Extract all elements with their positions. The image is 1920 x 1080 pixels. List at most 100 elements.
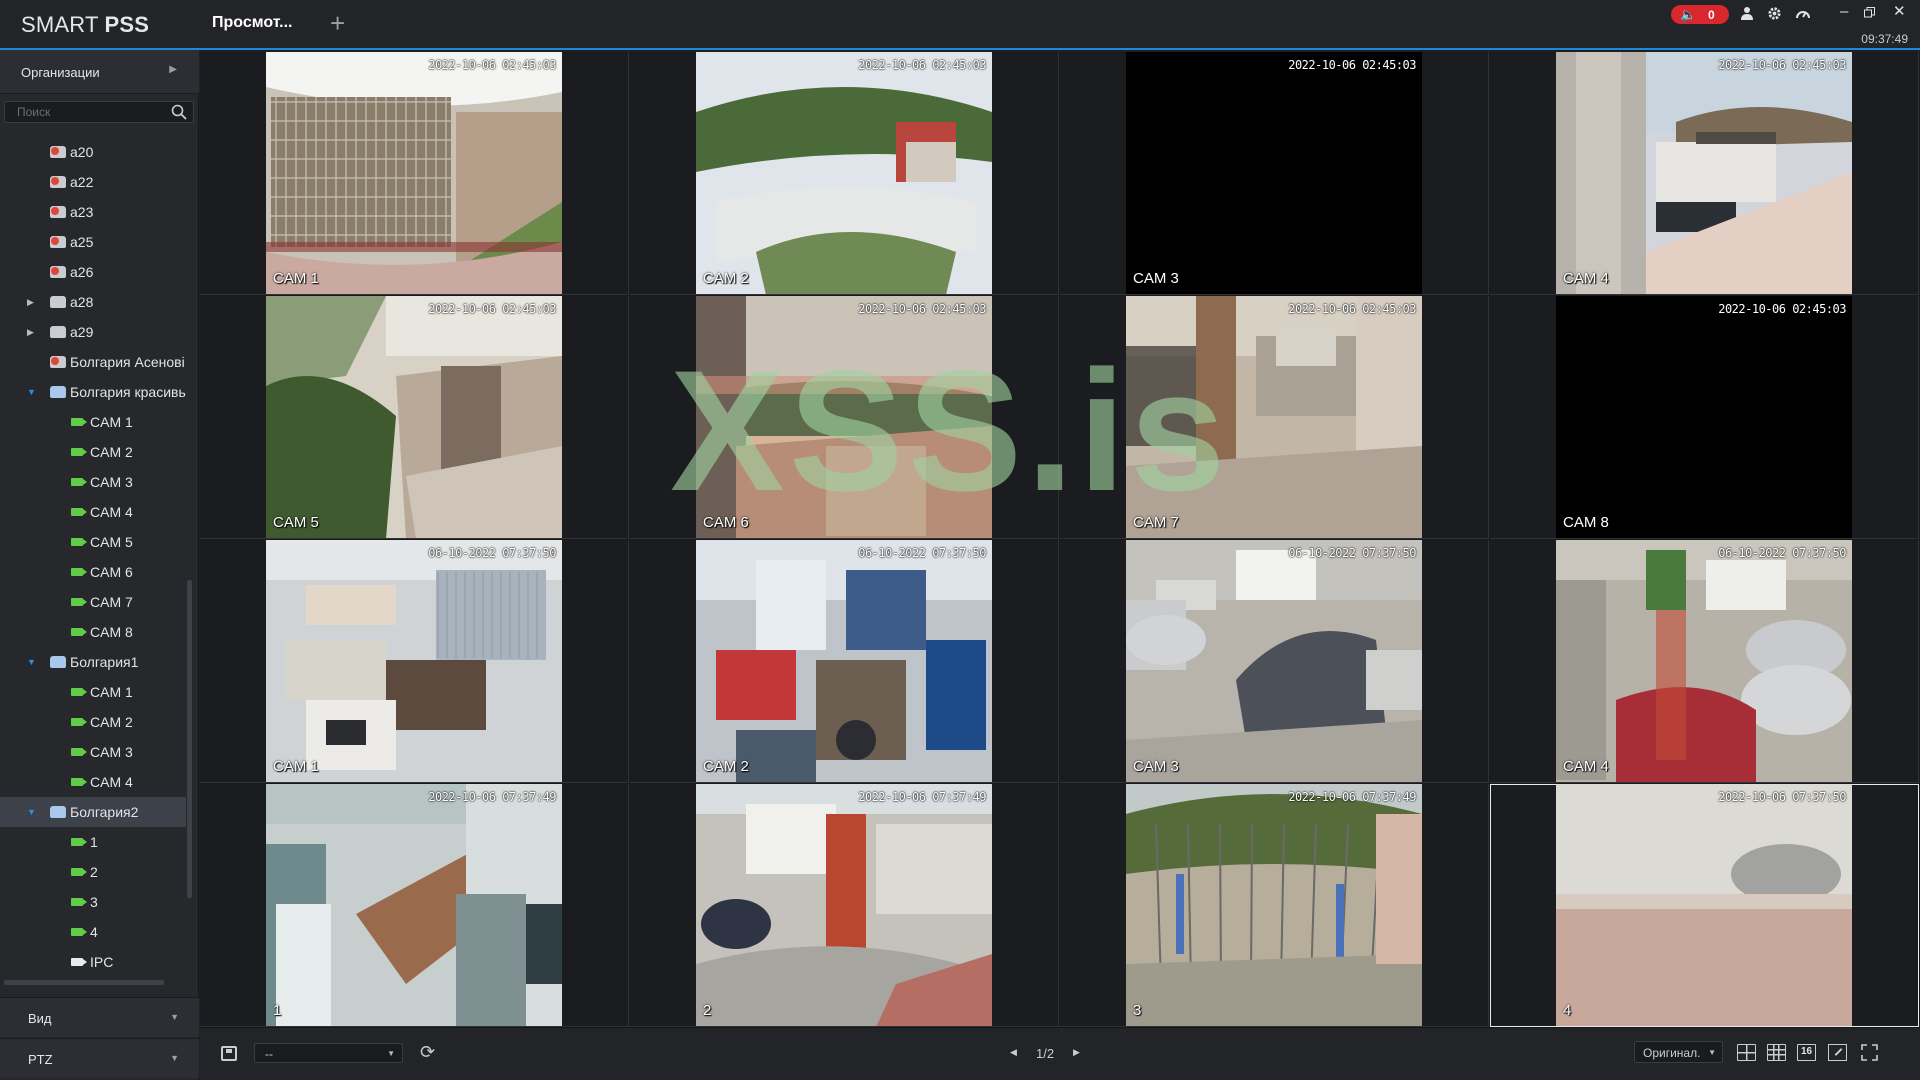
- tree-camera-item[interactable]: CAM 4: [0, 497, 186, 527]
- view-select[interactable]: -- ▼: [254, 1043, 403, 1063]
- collapse-arrow-icon[interactable]: ▼: [27, 807, 36, 817]
- video-feed[interactable]: 2022-10-06 07:37:50 4: [1556, 784, 1852, 1026]
- tree-item-label: a28: [70, 294, 94, 310]
- video-feed[interactable]: 06-10-2022 07:37:50 CAM 1: [266, 540, 562, 782]
- tree-device-item[interactable]: a20: [0, 137, 186, 167]
- tree-device-item[interactable]: a23: [0, 197, 186, 227]
- tree-device-item[interactable]: Болгария Асенові: [0, 347, 186, 377]
- video-cell[interactable]: 06-10-2022 07:37:50 CAM 1: [200, 540, 629, 783]
- video-feed[interactable]: 2022-10-06 07:37:49 1: [266, 784, 562, 1026]
- video-cell[interactable]: 2022-10-06 02:45:03 CAM 1: [200, 52, 629, 295]
- video-feed[interactable]: 06-10-2022 07:37:50 CAM 2: [696, 540, 992, 782]
- tree-device-item[interactable]: a26: [0, 257, 186, 287]
- tree-camera-item[interactable]: 4: [0, 917, 186, 947]
- video-feed[interactable]: 2022-10-06 07:37:49 3: [1126, 784, 1422, 1026]
- video-feed[interactable]: 2022-10-06 02:45:03 CAM 8: [1556, 296, 1852, 538]
- collapse-arrow-icon[interactable]: ▼: [27, 657, 36, 667]
- video-feed[interactable]: 2022-10-06 02:45:03 CAM 1: [266, 52, 562, 294]
- layout-16-icon[interactable]: 16: [1797, 1044, 1816, 1061]
- video-cell[interactable]: 2022-10-06 07:37:49 1: [200, 784, 629, 1027]
- close-icon[interactable]: ✕: [1893, 4, 1906, 19]
- video-cell[interactable]: 06-10-2022 07:37:50 CAM 2: [630, 540, 1059, 783]
- tree-scrollbar[interactable]: [187, 580, 192, 898]
- layout-4-icon[interactable]: [1737, 1044, 1756, 1061]
- video-cell[interactable]: 2022-10-06 07:37:50 4: [1490, 784, 1919, 1027]
- video-cell[interactable]: 2022-10-06 02:45:03 CAM 7: [1060, 296, 1489, 539]
- video-feed[interactable]: 2022-10-06 02:45:03 CAM 6: [696, 296, 992, 538]
- tree-device-item[interactable]: ▼ Болгария1: [0, 647, 186, 677]
- video-feed[interactable]: 2022-10-06 02:45:03 CAM 2: [696, 52, 992, 294]
- video-cell[interactable]: 2022-10-06 02:45:03 CAM 8: [1490, 296, 1919, 539]
- tree-camera-item[interactable]: CAM 1: [0, 407, 186, 437]
- organizations-header[interactable]: Организации ▶: [0, 50, 199, 94]
- user-icon[interactable]: [1740, 6, 1754, 23]
- tree-camera-item[interactable]: CAM 7: [0, 587, 186, 617]
- tree-device-item[interactable]: ▼ Болгария2: [0, 797, 186, 827]
- tree-camera-item[interactable]: CAM 3: [0, 467, 186, 497]
- video-channel-label: CAM 3: [1133, 270, 1179, 287]
- tree-device-item[interactable]: a22: [0, 167, 186, 197]
- search-icon[interactable]: [171, 104, 187, 120]
- video-cell[interactable]: 06-10-2022 07:37:50 CAM 4: [1490, 540, 1919, 783]
- performance-gauge-icon[interactable]: [1795, 6, 1811, 23]
- tree-camera-item[interactable]: CAM 2: [0, 707, 186, 737]
- video-feed[interactable]: 2022-10-06 02:45:03 CAM 4: [1556, 52, 1852, 294]
- tree-camera-item[interactable]: 1: [0, 827, 186, 857]
- camera-image: [1556, 540, 1852, 782]
- tree-camera-item[interactable]: 3: [0, 887, 186, 917]
- tree-camera-item[interactable]: 2: [0, 857, 186, 887]
- video-cell[interactable]: 2022-10-06 07:37:49 3: [1060, 784, 1489, 1027]
- expand-arrow-icon[interactable]: ▶: [27, 327, 34, 338]
- view-panel-header[interactable]: Вид ▼: [0, 997, 199, 1037]
- video-cell[interactable]: 2022-10-06 02:45:03 CAM 6: [630, 296, 1059, 539]
- video-feed[interactable]: 06-10-2022 07:37:50 CAM 4: [1556, 540, 1852, 782]
- video-cell[interactable]: 06-10-2022 07:37:50 CAM 3: [1060, 540, 1489, 783]
- video-wall: 2022-10-06 02:45:03 CAM 1 2022-10-06 02:4…: [200, 52, 1920, 1027]
- video-cell[interactable]: 2022-10-06 02:45:03 CAM 3: [1060, 52, 1489, 295]
- custom-layout-icon[interactable]: [1828, 1044, 1847, 1061]
- tree-device-item[interactable]: ▶ a29: [0, 317, 186, 347]
- video-feed[interactable]: 2022-10-06 07:37:49 2: [696, 784, 992, 1026]
- layout-9-icon[interactable]: [1767, 1044, 1786, 1061]
- restore-window-icon[interactable]: [1864, 6, 1875, 21]
- video-feed[interactable]: 06-10-2022 07:37:50 CAM 3: [1126, 540, 1422, 782]
- tree-camera-item[interactable]: CAM 8: [0, 617, 186, 647]
- expand-arrow-icon[interactable]: ▶: [27, 297, 34, 308]
- tree-device-item[interactable]: ▶ a28: [0, 287, 186, 317]
- alarm-badge[interactable]: 🔈 0: [1671, 5, 1729, 24]
- tab-live-preview[interactable]: Просмот...: [212, 0, 293, 48]
- video-timestamp: 2022-10-06 02:45:03: [858, 58, 986, 72]
- prev-page-icon[interactable]: ◀: [1010, 1047, 1017, 1058]
- ptz-panel-header[interactable]: PTZ ▼: [0, 1038, 199, 1078]
- video-feed[interactable]: 2022-10-06 02:45:03 CAM 5: [266, 296, 562, 538]
- tree-camera-item[interactable]: CAM 2: [0, 437, 186, 467]
- collapse-arrow-icon[interactable]: ▼: [27, 387, 36, 397]
- tree-device-item[interactable]: a25: [0, 227, 186, 257]
- save-view-icon[interactable]: [221, 1046, 237, 1061]
- tree-camera-item[interactable]: CAM 5: [0, 527, 186, 557]
- video-channel-label: CAM 1: [273, 758, 319, 775]
- video-cell[interactable]: 2022-10-06 02:45:03 CAM 5: [200, 296, 629, 539]
- device-search-input[interactable]: [5, 102, 165, 122]
- tree-camera-item[interactable]: IPC: [0, 947, 186, 977]
- video-cell[interactable]: 2022-10-06 02:45:03 CAM 4: [1490, 52, 1919, 295]
- stream-ratio-select[interactable]: Оригинал. ▼: [1634, 1041, 1723, 1063]
- video-cell[interactable]: 2022-10-06 07:37:49 2: [630, 784, 1059, 1027]
- camera-icon: [71, 778, 87, 786]
- tree-camera-item[interactable]: CAM 6: [0, 557, 186, 587]
- video-cell[interactable]: 2022-10-06 02:45:03 CAM 2: [630, 52, 1059, 295]
- tree-device-item[interactable]: ▼ Болгария красивь: [0, 377, 186, 407]
- tree-camera-item[interactable]: CAM 4: [0, 767, 186, 797]
- settings-gear-icon[interactable]: [1767, 6, 1782, 24]
- tree-horizontal-scrollbar[interactable]: [4, 980, 164, 985]
- tree-camera-item[interactable]: CAM 1: [0, 677, 186, 707]
- video-feed[interactable]: 2022-10-06 02:45:03 CAM 7: [1126, 296, 1422, 538]
- next-page-icon[interactable]: ▶: [1073, 1047, 1080, 1058]
- minimize-icon[interactable]: –: [1840, 4, 1848, 19]
- fullscreen-icon[interactable]: [1861, 1044, 1878, 1061]
- add-tab-button[interactable]: +: [330, 10, 345, 36]
- tree-camera-item[interactable]: CAM 3: [0, 737, 186, 767]
- video-feed[interactable]: 2022-10-06 02:45:03 CAM 3: [1126, 52, 1422, 294]
- refresh-icon[interactable]: ⟳: [420, 1042, 435, 1063]
- device-tree: a20 a22 a23 a25 a26 ▶ a28 ▶ a29 Болгария Асенові ▼…: [0, 137, 186, 977]
